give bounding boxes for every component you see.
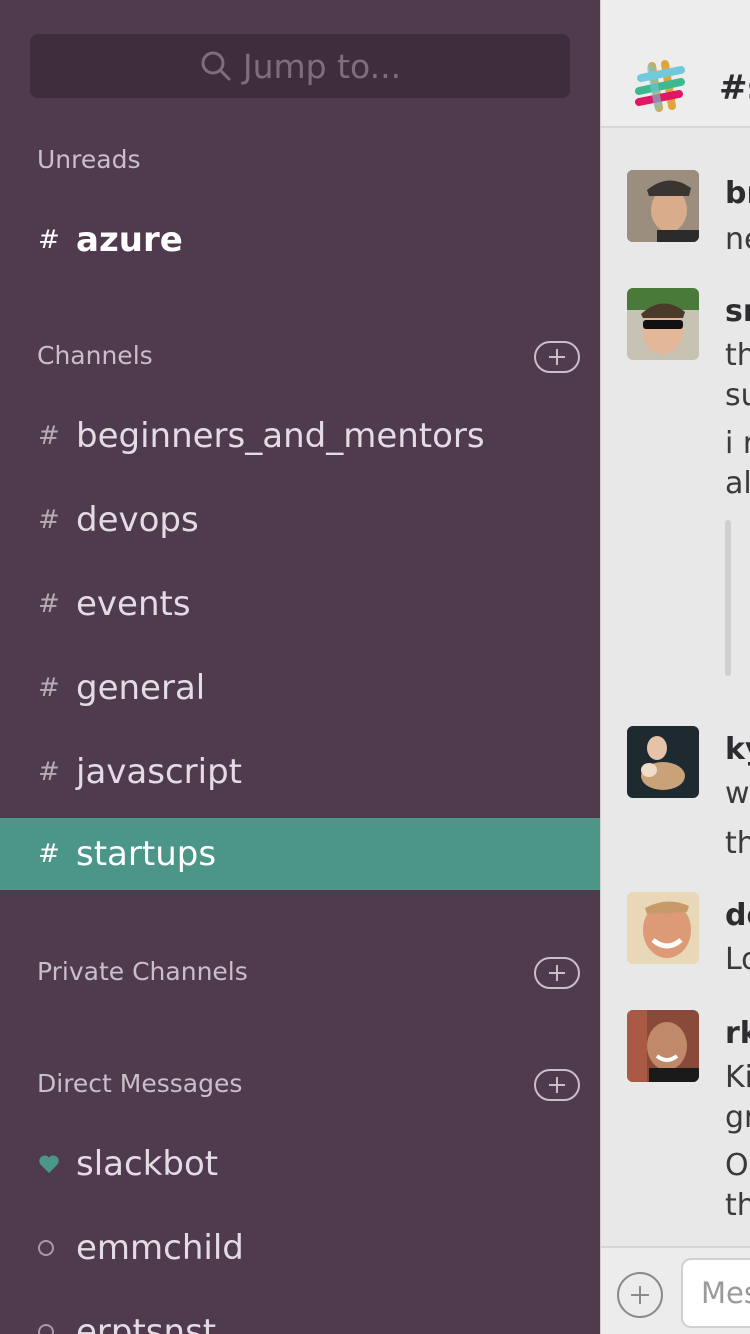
hash-icon: #	[38, 421, 60, 451]
channel-name: azure	[76, 220, 183, 260]
message-text: i r	[725, 426, 750, 461]
dm-item-erptsnst[interactable]: erptsnst	[0, 1296, 600, 1334]
message-author[interactable]: sr	[725, 294, 750, 329]
channel-title: #s	[719, 68, 750, 108]
jump-to-search[interactable]: Jump to...	[30, 34, 570, 98]
dm-name: emmchild	[76, 1228, 244, 1268]
channel-item-beginners-and-mentors[interactable]: # beginners_and_mentors	[0, 400, 600, 472]
message-input[interactable]: Mes	[681, 1258, 750, 1328]
plus-icon	[631, 1286, 649, 1304]
message-text: Ki	[725, 1060, 750, 1095]
user-photo	[627, 288, 699, 360]
channel-name: beginners_and_mentors	[76, 416, 485, 456]
message-text: th	[725, 826, 750, 861]
message-author[interactable]: ky	[725, 732, 750, 767]
slack-logo-icon	[635, 60, 685, 112]
channel-item-events[interactable]: # events	[0, 568, 600, 640]
add-channel-button[interactable]	[534, 341, 580, 373]
plus-icon	[549, 1077, 565, 1093]
avatar[interactable]	[627, 892, 699, 964]
message-text: gr	[725, 1100, 750, 1135]
add-direct-message-button[interactable]	[534, 1069, 580, 1101]
search-placeholder: Jump to...	[242, 46, 402, 86]
message-author[interactable]: de	[725, 898, 750, 933]
dm-name: erptsnst	[76, 1312, 217, 1334]
channels-header[interactable]: Channels	[37, 341, 153, 370]
user-photo	[627, 892, 699, 964]
message-text: O	[725, 1148, 749, 1183]
channel-item-general[interactable]: # general	[0, 652, 600, 724]
channel-name: events	[76, 584, 191, 624]
channel-panel[interactable]: #s br ne sr th su i r all k	[600, 0, 750, 1334]
channel-name: general	[76, 668, 206, 708]
hash-icon: #	[38, 225, 60, 255]
attach-button[interactable]	[617, 1272, 663, 1318]
user-photo	[627, 170, 699, 242]
dm-item-emmchild[interactable]: emmchild	[0, 1212, 600, 1284]
plus-icon	[549, 965, 565, 981]
sidebar: Jump to... Unreads # azure Channels # be…	[0, 0, 600, 1334]
message-text: Lo	[725, 942, 750, 977]
plus-icon	[549, 349, 565, 365]
add-private-channel-button[interactable]	[534, 957, 580, 989]
private-channels-header[interactable]: Private Channels	[37, 957, 248, 986]
channel-item-javascript[interactable]: # javascript	[0, 736, 600, 808]
message-composer: Mes	[601, 1246, 750, 1334]
avatar[interactable]	[627, 1010, 699, 1082]
channel-name: devops	[76, 500, 199, 540]
hash-icon: #	[38, 673, 60, 703]
attachment-bar	[725, 520, 731, 676]
dm-name: slackbot	[76, 1144, 219, 1184]
channel-name: javascript	[76, 752, 242, 792]
channel-item-devops[interactable]: # devops	[0, 484, 600, 556]
message-text: w	[725, 776, 750, 811]
avatar[interactable]	[627, 170, 699, 242]
user-photo	[627, 726, 699, 798]
hash-icon: #	[38, 839, 60, 869]
message-text: ne	[725, 222, 750, 257]
channel-item-azure[interactable]: # azure	[0, 204, 600, 276]
channel-item-startups[interactable]: # startups	[0, 818, 600, 890]
presence-away-icon	[38, 1240, 54, 1256]
hash-icon: #	[38, 757, 60, 787]
dm-item-slackbot[interactable]: slackbot	[0, 1128, 600, 1200]
avatar[interactable]	[627, 288, 699, 360]
message-text: th	[725, 338, 750, 373]
message-author[interactable]: br	[725, 176, 750, 211]
hash-icon: #	[38, 505, 60, 535]
message-text: th	[725, 1188, 750, 1223]
unreads-header: Unreads	[37, 145, 141, 174]
message-text: all	[725, 466, 750, 501]
message-author[interactable]: rk	[725, 1016, 750, 1051]
message-text: su	[725, 378, 750, 413]
heart-icon	[39, 1155, 59, 1173]
direct-messages-header[interactable]: Direct Messages	[37, 1069, 242, 1098]
search-icon	[201, 51, 231, 81]
presence-away-icon	[38, 1324, 54, 1334]
avatar[interactable]	[627, 726, 699, 798]
user-photo	[627, 1010, 699, 1082]
channel-header: #s	[601, 0, 750, 128]
channel-name: startups	[76, 834, 217, 874]
hash-icon: #	[38, 589, 60, 619]
